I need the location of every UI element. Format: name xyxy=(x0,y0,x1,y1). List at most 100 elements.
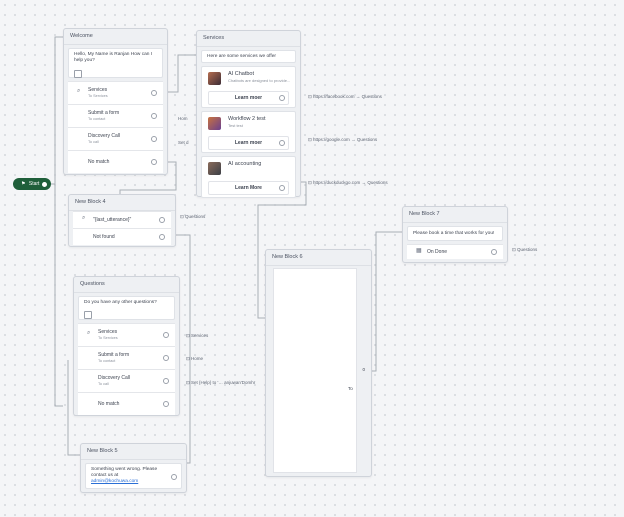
option-services[interactable]: ⌕ Services To Services xyxy=(78,323,175,346)
edge-label: ⊡ Questions xyxy=(180,214,206,219)
port-handle[interactable] xyxy=(491,249,497,255)
link-target: Questions xyxy=(356,137,378,142)
option-submit-form[interactable]: Submit a form To contact xyxy=(68,104,163,127)
port-handle[interactable] xyxy=(163,378,169,384)
message-card[interactable]: Hello, My Name is Ranjan How can I help … xyxy=(68,48,163,78)
service-card[interactable]: AI accounting Learn More xyxy=(201,156,296,198)
option-sub: To call xyxy=(88,140,99,144)
port-handle[interactable] xyxy=(163,332,169,338)
link-target: Questions xyxy=(367,180,388,185)
learn-more-button[interactable]: Learn More xyxy=(208,181,289,195)
port-handle[interactable] xyxy=(151,90,157,96)
flag-icon: ⚑ xyxy=(21,181,26,187)
edge-target: Questions xyxy=(185,214,206,219)
link-url: https://facebook.com xyxy=(313,94,355,99)
service-link-row: ⊡ https://duckduckgo.com → Questions xyxy=(308,180,388,185)
empty-step-area[interactable] xyxy=(273,268,357,473)
option-discovery-call[interactable]: Discovery Call To call xyxy=(68,127,163,150)
block-new-6[interactable]: New Block 6 0 To xyxy=(265,249,372,477)
service-desc: Chatbots are designed to provide... xyxy=(228,78,291,83)
block-new-4[interactable]: New Block 4 ⌕ "{last_utterance}" Not fou… xyxy=(68,194,176,247)
port-handle[interactable] xyxy=(279,185,285,191)
message-text: Something went wrong. Please contact us … xyxy=(91,467,158,478)
port-handle[interactable] xyxy=(163,401,169,407)
email-link[interactable]: admin@kochuwa.com xyxy=(91,479,176,484)
port-handle[interactable] xyxy=(159,234,165,240)
edge-label: ⊡ Set {Help} to '… anjuwan'Domhr xyxy=(186,380,256,385)
event-label: On Done xyxy=(427,249,448,255)
intro-text: Here are some services we offer xyxy=(207,54,276,59)
service-link-row: ⊡ https://google.com → Questions xyxy=(308,137,378,142)
port-handle[interactable] xyxy=(151,113,157,119)
service-title: AI Chatbot xyxy=(228,71,254,77)
port-handle[interactable] xyxy=(163,355,169,361)
block-title: New Block 7 xyxy=(403,207,507,223)
link-url: https://duckduckgo.com xyxy=(313,180,361,185)
choice-icon: ⌕ xyxy=(77,88,81,94)
not-found-label: Not found xyxy=(93,234,115,240)
start-handle[interactable] xyxy=(41,181,48,188)
message-card[interactable]: Something went wrong. Please contact us … xyxy=(85,463,182,489)
image-icon xyxy=(74,69,82,78)
block-title: New Block 4 xyxy=(69,195,175,211)
message-text: Please book a time that works for you! xyxy=(413,231,495,236)
event-row[interactable]: ▦ On Done xyxy=(407,244,503,259)
block-title: New Block 5 xyxy=(81,444,186,460)
link-target: Questions xyxy=(361,94,382,99)
block-welcome[interactable]: Welcome Hello, My Name is Ranjan How can… xyxy=(63,28,168,175)
block-services[interactable]: Services Here are some services we offer… xyxy=(196,30,301,198)
condition-row[interactable]: ⌕ "{last_utterance}" xyxy=(73,211,171,228)
service-thumbnail xyxy=(208,162,221,175)
edge-label: ⊡ Services xyxy=(186,333,209,338)
button-label: Learn moer xyxy=(234,140,263,146)
learn-more-button[interactable]: Learn moer xyxy=(208,136,289,150)
service-title: AI accounting xyxy=(228,161,262,167)
service-thumbnail xyxy=(208,72,221,85)
edge-target: Services xyxy=(191,333,209,338)
message-card[interactable]: Do you have any other questions? xyxy=(78,296,175,320)
option-submit-form[interactable]: Submit a form To contact xyxy=(78,346,175,369)
message-card[interactable]: Please book a time that works for you! xyxy=(407,226,503,241)
block-questions[interactable]: Questions Do you have any other question… xyxy=(73,276,180,416)
port-handle[interactable] xyxy=(151,159,157,165)
option-no-match[interactable]: No match xyxy=(68,150,163,173)
block-title: Services xyxy=(197,31,300,47)
edge-label: ⊡ Questions xyxy=(512,247,538,252)
port-handle[interactable] xyxy=(159,217,165,223)
service-title: Workflow 2 test xyxy=(228,116,266,122)
port-handle[interactable] xyxy=(171,474,177,480)
start-node[interactable]: ⚑ Start xyxy=(13,178,51,190)
option-no-match[interactable]: No match xyxy=(78,392,175,415)
intro-card[interactable]: Here are some services we offer xyxy=(201,50,296,63)
option-label: Services xyxy=(98,329,118,335)
edge-label: Hom xyxy=(178,116,188,121)
option-label: Discovery Call xyxy=(88,133,120,139)
service-card[interactable]: AI Chatbot Chatbots are designed to prov… xyxy=(201,66,296,108)
option-sub: To contact xyxy=(98,359,116,363)
port-handle[interactable] xyxy=(279,140,285,146)
edge-target: Set {Help} to '… anjuwan'Domhr xyxy=(191,380,256,385)
block-new-7[interactable]: New Block 7 Please book a time that work… xyxy=(402,206,508,263)
option-sub: To call xyxy=(98,382,109,386)
service-thumbnail xyxy=(208,117,221,130)
choice-icon: ⌕ xyxy=(87,330,91,336)
condition-label: "{last_utterance}" xyxy=(93,217,132,223)
to-label: To xyxy=(348,386,353,391)
condition-icon: ⌕ xyxy=(82,215,86,221)
button-label: Learn More xyxy=(235,185,262,191)
option-services[interactable]: ⌕ Services To Services xyxy=(68,81,163,104)
flow-canvas[interactable]: ⚑ Start Welcome Hello, My Name is Ranjan… xyxy=(0,0,624,517)
message-text: Do you have any other questions? xyxy=(84,300,157,305)
learn-more-button[interactable]: Learn moer xyxy=(208,91,289,105)
option-discovery-call[interactable]: Discovery Call To call xyxy=(78,369,175,392)
image-icon xyxy=(84,311,92,320)
port-handle[interactable] xyxy=(151,136,157,142)
edge-label: Set d xyxy=(178,140,189,145)
not-found-row[interactable]: Not found xyxy=(73,228,171,245)
edge-label: ⊡ Home xyxy=(186,356,204,361)
port-handle[interactable] xyxy=(279,95,285,101)
block-title: Questions xyxy=(74,277,179,293)
service-desc: Test test xyxy=(228,123,243,128)
service-card[interactable]: Workflow 2 test Test test Learn moer xyxy=(201,111,296,153)
block-new-5[interactable]: New Block 5 Something went wrong. Please… xyxy=(80,443,187,493)
